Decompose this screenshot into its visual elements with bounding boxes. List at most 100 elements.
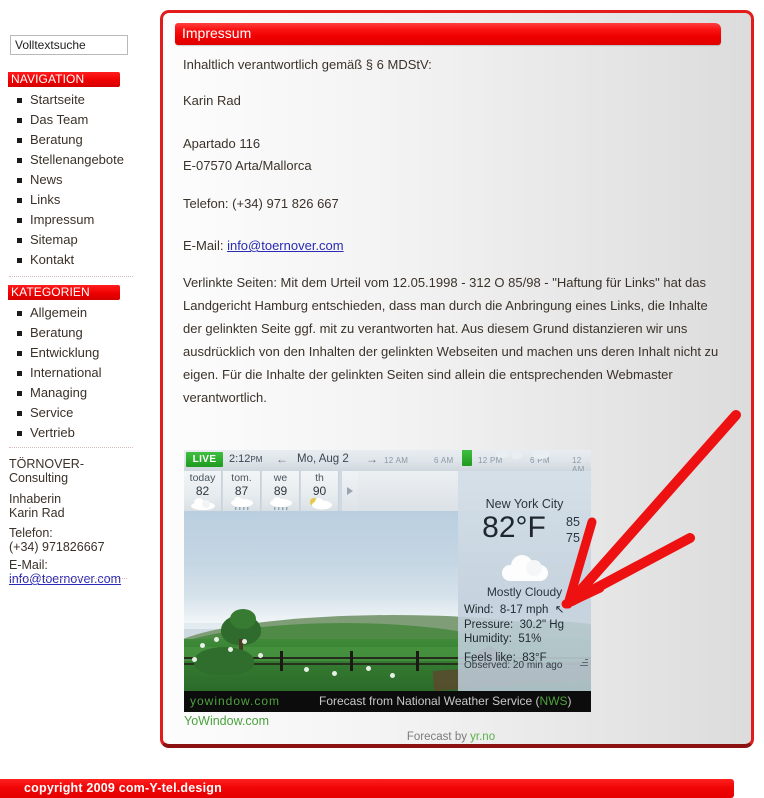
category-item-allgemein[interactable]: Allgemein bbox=[8, 303, 148, 323]
category-item-label[interactable]: Entwicklung bbox=[30, 345, 99, 360]
weather-timeline[interactable]: 12 AM 6 AM 12 PM 6 PM 12 AM bbox=[380, 450, 591, 474]
cloud-icon bbox=[511, 452, 522, 459]
sidebar-item-label[interactable]: Beratung bbox=[30, 132, 83, 147]
forecast-day-name: we bbox=[273, 472, 288, 484]
responsible-name: Karin Rad bbox=[183, 93, 241, 108]
flower-icon bbox=[366, 666, 371, 671]
sidebar-item-label[interactable]: Impressum bbox=[30, 212, 94, 227]
divider bbox=[9, 578, 127, 579]
sidebar-item-beratung[interactable]: Beratung bbox=[8, 130, 148, 150]
sidebar: NAVIGATION Startseite Das Team Beratung … bbox=[0, 0, 152, 770]
search-box[interactable] bbox=[10, 35, 128, 55]
sidebar-item-label[interactable]: Das Team bbox=[30, 112, 88, 127]
address-line-2: E-07570 Arta/Mallorca bbox=[183, 158, 312, 173]
forecast-credit-source[interactable]: yr.no bbox=[470, 731, 495, 743]
flower-icon bbox=[390, 673, 395, 678]
category-item-label[interactable]: Beratung bbox=[30, 325, 83, 340]
source-suffix: ) bbox=[567, 694, 572, 708]
bullet-icon bbox=[17, 178, 22, 183]
now-marker[interactable] bbox=[462, 450, 472, 466]
forecast-day-name: th bbox=[315, 472, 324, 484]
sidebar-item-links[interactable]: Links bbox=[8, 190, 148, 210]
sidebar-item-impressum[interactable]: Impressum bbox=[8, 210, 148, 230]
category-item-entwicklung[interactable]: Entwicklung bbox=[8, 343, 148, 363]
flower-icon bbox=[242, 639, 247, 644]
flower-icon bbox=[228, 647, 233, 652]
weather-detail-humidity: Humidity: 51% bbox=[464, 632, 591, 647]
owner-label: Inhaberin bbox=[9, 492, 62, 506]
sidebar-item-label[interactable]: Kontakt bbox=[30, 252, 74, 267]
sidebar-item-label[interactable]: Sitemap bbox=[30, 232, 78, 247]
category-item-international[interactable]: International bbox=[8, 363, 148, 383]
cloud-icon bbox=[496, 450, 510, 458]
sidebar-item-startseite[interactable]: Startseite bbox=[8, 90, 148, 110]
bullet-icon bbox=[17, 311, 22, 316]
sidebar-item-label[interactable]: Stellenangebote bbox=[30, 152, 124, 167]
weather-low: 75 bbox=[566, 531, 580, 545]
sidebar-item-sitemap[interactable]: Sitemap bbox=[8, 230, 148, 250]
category-item-service[interactable]: Service bbox=[8, 403, 148, 423]
sidebar-item-news[interactable]: News bbox=[8, 170, 148, 190]
weather-detail-pressure: Pressure: 30.2" Hg bbox=[464, 618, 591, 633]
forecast-day-cell[interactable]: th 90 bbox=[301, 471, 339, 511]
weather-time-value: 2:12 bbox=[229, 453, 251, 465]
weather-widget[interactable]: LIVE 2:12PM ← Mo, Aug 2 → 12 AM 6 AM 12 … bbox=[184, 450, 591, 712]
category-item-beratung[interactable]: Beratung bbox=[8, 323, 148, 343]
bullet-icon bbox=[17, 331, 22, 336]
email-label: E-Mail: bbox=[9, 558, 48, 572]
yowindow-link[interactable]: YoWindow.com bbox=[184, 714, 269, 728]
category-item-label[interactable]: Managing bbox=[30, 385, 87, 400]
live-badge: LIVE bbox=[186, 452, 223, 467]
forecast-day-cell[interactable]: we 89 bbox=[262, 471, 300, 511]
next-day-arrow-icon[interactable]: → bbox=[366, 453, 378, 466]
search-input[interactable] bbox=[10, 35, 128, 55]
forecast-day-name: today bbox=[189, 472, 216, 484]
forecast-day-cell[interactable]: today 82 bbox=[184, 471, 222, 511]
next-days-button[interactable] bbox=[342, 471, 358, 511]
forecast-day-cell[interactable]: tom. 87 bbox=[223, 471, 261, 511]
category-item-label[interactable]: Service bbox=[30, 405, 73, 420]
company-line-1: TÖRNOVER- bbox=[9, 457, 84, 471]
email-link[interactable]: info@toernover.com bbox=[227, 238, 344, 253]
category-item-managing[interactable]: Managing bbox=[8, 383, 148, 403]
tree-icon bbox=[230, 609, 256, 629]
sidebar-item-stellenangebote[interactable]: Stellenangebote bbox=[8, 150, 148, 170]
mostly-cloudy-icon bbox=[502, 555, 548, 581]
weather-observed: Observed: 20 min ago bbox=[464, 660, 563, 671]
category-item-label[interactable]: Allgemein bbox=[30, 305, 87, 320]
weather-date: Mo, Aug 2 bbox=[297, 453, 349, 465]
category-item-vertrieb[interactable]: Vertrieb bbox=[8, 423, 148, 443]
email-link[interactable]: info@toernover.com bbox=[9, 572, 121, 586]
resize-handle-icon[interactable] bbox=[580, 659, 588, 667]
sidebar-item-kontakt[interactable]: Kontakt bbox=[8, 250, 148, 270]
sidebar-item-label[interactable]: Startseite bbox=[30, 92, 85, 107]
email-line: E-Mail: info@toernover.com bbox=[183, 236, 723, 255]
weather-day-strip[interactable]: today 82 tom. 87 we 89 th 90 bbox=[184, 471, 341, 511]
bullet-icon bbox=[17, 158, 22, 163]
sidebar-item-label[interactable]: Links bbox=[30, 192, 60, 207]
divider bbox=[9, 276, 133, 277]
category-item-label[interactable]: International bbox=[30, 365, 102, 380]
category-item-label[interactable]: Vertrieb bbox=[30, 425, 75, 440]
fence-post bbox=[280, 651, 283, 671]
rain-icon bbox=[269, 497, 292, 510]
flower-icon bbox=[258, 653, 263, 658]
categories-heading: KATEGORIEN bbox=[8, 285, 120, 300]
detail-value: 30.2" Hg bbox=[519, 618, 564, 631]
previous-day-arrow-icon[interactable]: ← bbox=[276, 453, 288, 466]
sidebar-item-das-team[interactable]: Das Team bbox=[8, 110, 148, 130]
bullet-icon bbox=[17, 118, 22, 123]
sidebar-item-label[interactable]: News bbox=[30, 172, 63, 187]
detail-value: 51% bbox=[518, 633, 542, 645]
weather-detail-rows: Wind: 8-17 mph ↖ Pressure: 30.2" Hg Humi… bbox=[464, 603, 591, 665]
bullet-icon bbox=[17, 431, 22, 436]
sun-cloud-icon bbox=[309, 498, 332, 510]
weather-topbar: LIVE 2:12PM ← Mo, Aug 2 → 12 AM 6 AM 12 … bbox=[184, 450, 591, 474]
forecast-credit: Forecast by yr.no bbox=[163, 731, 739, 743]
bullet-icon bbox=[17, 138, 22, 143]
navigation-heading: NAVIGATION bbox=[8, 72, 120, 87]
content-panel: Impressum Inhaltlich verantwortlich gemä… bbox=[160, 10, 754, 748]
yowindow-brand: yowindow.com bbox=[190, 694, 281, 708]
company-line-2: Consulting bbox=[9, 471, 69, 485]
page-title: Impressum bbox=[175, 23, 721, 45]
